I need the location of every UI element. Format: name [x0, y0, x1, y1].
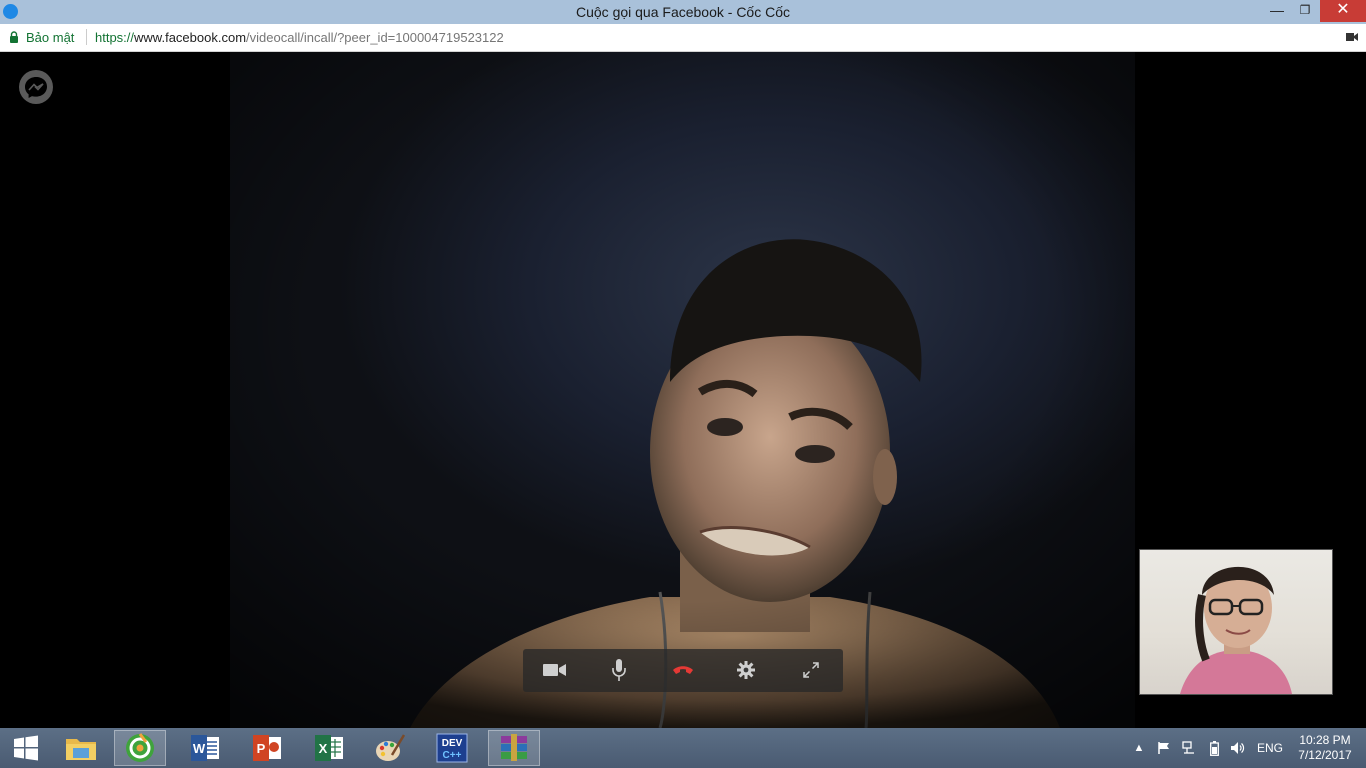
url-field[interactable]: https://www.facebook.com/videocall/incal… [95, 30, 504, 45]
gear-icon [737, 661, 755, 679]
devcpp-icon: DEV C++ [436, 733, 468, 763]
language-indicator[interactable]: ENG [1254, 728, 1286, 768]
toggle-mic-button[interactable] [604, 655, 634, 685]
close-button[interactable]: ✕ [1320, 0, 1366, 22]
taskbar: W P X DEV C++ ▲ ENG 10:28 PM 7/12/2017 [0, 728, 1366, 768]
volume-button[interactable] [1228, 728, 1246, 768]
self-person-image [1180, 566, 1292, 694]
word-icon: W [191, 735, 219, 761]
paint-icon [376, 734, 406, 761]
clock[interactable]: 10:28 PM 7/12/2017 [1290, 733, 1360, 763]
taskbar-powerpoint[interactable]: P [241, 730, 293, 766]
flag-icon [1158, 742, 1169, 754]
svg-text:P: P [257, 741, 266, 756]
chevron-up-icon: ▲ [1133, 742, 1145, 754]
camera-in-use-icon[interactable] [1346, 32, 1358, 42]
window-title-bar: Cuộc gọi qua Facebook - Cốc Cốc — ❐ ✕ [0, 0, 1366, 24]
call-area [0, 52, 1366, 728]
folder-icon [66, 739, 96, 760]
toggle-camera-button[interactable] [540, 655, 570, 685]
close-icon: ✕ [1336, 1, 1350, 18]
video-camera-icon [543, 664, 566, 676]
clock-time: 10:28 PM [1299, 733, 1351, 747]
start-button[interactable] [0, 730, 52, 766]
winrar-icon [501, 734, 527, 761]
excel-icon: X [315, 735, 343, 761]
restore-icon: ❐ [1299, 3, 1311, 17]
end-call-button[interactable] [668, 655, 698, 685]
windows-logo-icon [14, 735, 38, 761]
network-button[interactable] [1180, 728, 1198, 768]
window-title: Cuộc gọi qua Facebook - Cốc Cốc [576, 4, 790, 20]
address-bar[interactable]: Bảo mật https://www.facebook.com/videoca… [0, 24, 1366, 52]
call-settings-button[interactable] [731, 655, 761, 685]
taskbar-devcpp[interactable]: DEV C++ [426, 730, 478, 766]
self-video-preview[interactable] [1139, 549, 1333, 695]
hang-up-icon [673, 666, 693, 674]
microphone-icon [612, 659, 626, 681]
taskbar-coccoc[interactable] [114, 730, 166, 766]
address-separator [86, 29, 87, 45]
expand-icon [803, 662, 819, 678]
svg-text:X: X [319, 741, 328, 756]
speaker-icon [1230, 742, 1244, 754]
secure-label[interactable]: Bảo mật [26, 30, 74, 45]
taskbar-file-explorer[interactable] [55, 730, 107, 766]
battery-icon [1209, 740, 1219, 756]
svg-text:DEV: DEV [442, 738, 463, 749]
taskbar-word[interactable]: W [179, 730, 231, 766]
show-hidden-icons-button[interactable]: ▲ [1132, 728, 1146, 768]
url-path: /videocall/incall/?peer_id=1000047195231… [246, 30, 504, 45]
taskbar-paint[interactable] [364, 730, 416, 766]
battery-button[interactable] [1206, 728, 1222, 768]
clock-date: 7/12/2017 [1298, 748, 1352, 762]
remote-video-feed [230, 52, 1135, 728]
url-protocol: https:// [95, 30, 135, 45]
restore-button[interactable]: ❐ [1292, 0, 1318, 22]
call-controls-bar [523, 649, 843, 692]
powerpoint-icon: P [253, 735, 281, 761]
network-icon [1182, 741, 1194, 754]
taskbar-excel[interactable]: X [303, 730, 355, 766]
action-center-button[interactable] [1155, 728, 1173, 768]
coccoc-browser-icon [126, 733, 154, 762]
minimize-icon: — [1270, 2, 1284, 18]
messenger-icon[interactable] [18, 69, 54, 105]
url-host: www.facebook.com [134, 30, 247, 45]
fullscreen-button[interactable] [796, 655, 826, 685]
minimize-button[interactable]: — [1264, 0, 1290, 22]
lock-icon [10, 31, 18, 43]
remote-person-image [230, 52, 1135, 728]
taskbar-winrar[interactable] [488, 730, 540, 766]
svg-text:C++: C++ [443, 750, 462, 761]
svg-text:W: W [193, 741, 206, 756]
